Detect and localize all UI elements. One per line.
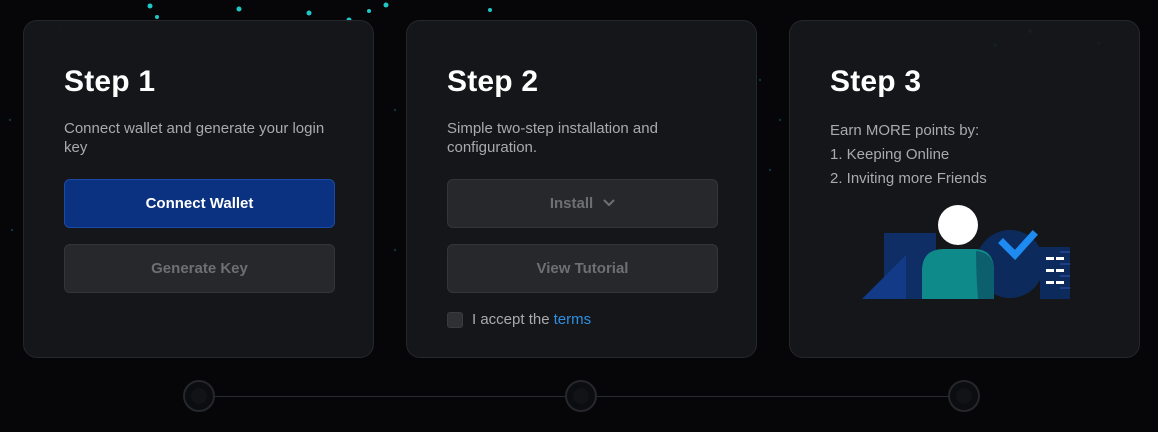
list-item: 2. Inviting more Friends (830, 170, 987, 187)
terms-link[interactable]: terms (554, 311, 592, 328)
step-3-intro: Earn MORE points by: (830, 122, 980, 139)
view-tutorial-button[interactable]: View Tutorial (447, 244, 718, 293)
install-button-label: Install (549, 195, 594, 212)
terms-checkbox[interactable] (447, 311, 463, 328)
step-3-card: Step 3 Earn MORE points by: 1. Keeping O… (789, 20, 1140, 358)
progress-track-1 (215, 396, 566, 397)
generate-key-button[interactable]: Generate Key (64, 244, 335, 293)
progress-node-3[interactable] (948, 380, 980, 412)
step-3-title: Step 3 (830, 65, 922, 98)
progress-node-2[interactable] (565, 380, 597, 412)
step-2-card: Step 2 Simple two-step installation and … (406, 20, 757, 358)
step-1-title: Step 1 (64, 65, 156, 98)
step-1-card: Step 1 Connect wallet and generate your … (23, 20, 374, 358)
chevron-down-icon (603, 195, 615, 210)
terms-label: I accept the (472, 311, 550, 328)
step-1-description: Connect wallet and generate your login k… (64, 120, 325, 156)
user-check-illustration (862, 205, 1070, 299)
step-progress (0, 370, 1158, 422)
list-item: 1. Keeping Online (830, 146, 950, 163)
step-2-description: Simple two-step installation and configu… (447, 120, 658, 156)
step-2-title: Step 2 (447, 65, 539, 98)
progress-track-2 (597, 396, 950, 397)
terms-acceptance-row: I accept the terms (447, 311, 591, 328)
install-dropdown-button[interactable]: Install (447, 179, 718, 228)
step-3-points-list: Earn MORE points by: 1. Keeping Online 2… (830, 119, 987, 191)
connect-wallet-button[interactable]: Connect Wallet (64, 179, 335, 228)
progress-node-1[interactable] (183, 380, 215, 412)
